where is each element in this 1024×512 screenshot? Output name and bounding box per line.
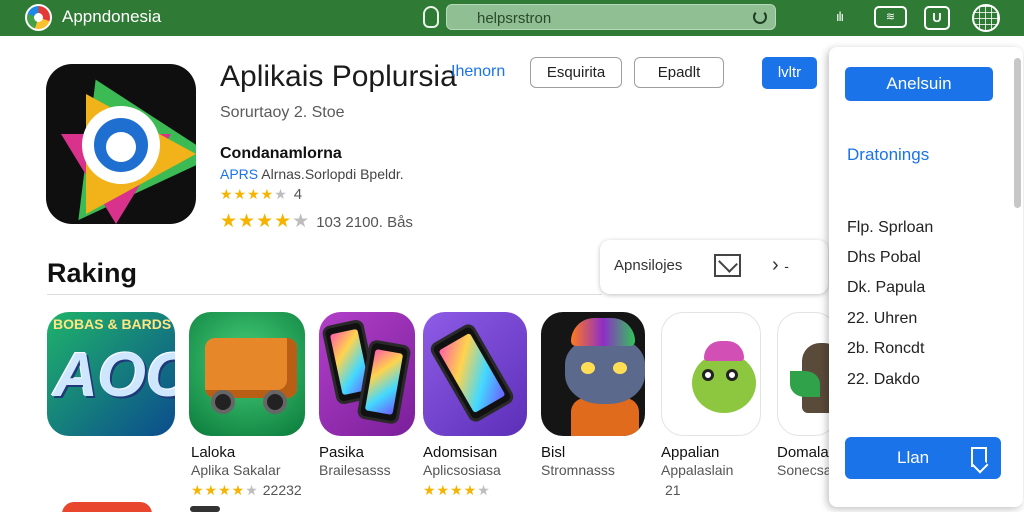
- app-card-name: Bisl: [541, 444, 566, 461]
- panel-primary-button[interactable]: Anelsuin: [845, 67, 993, 101]
- secondary-button-1[interactable]: Esquirita: [530, 57, 622, 88]
- app-card-count: 22232: [262, 482, 302, 498]
- chevron-glyph: ›: [772, 254, 779, 276]
- app-tile-icon[interactable]: [777, 312, 837, 436]
- app-card[interactable]: Bisl Stromnasss: [541, 312, 645, 478]
- app-card-rating: ★★★★★: [423, 482, 491, 499]
- app-tile-icon[interactable]: BOBAS & BARDS AOC: [47, 312, 175, 436]
- bookmark-icon: [971, 447, 987, 467]
- panel-action-button[interactable]: Llan: [845, 437, 1001, 479]
- star-empty-icons: ★: [292, 211, 311, 232]
- tile-caption: BOBAS & BARDS: [53, 316, 172, 332]
- app-tile-icon[interactable]: [541, 312, 645, 436]
- app-meta: Sorurtaoy 2. Stoe: [220, 104, 345, 121]
- panel-action-label: Llan: [897, 448, 930, 467]
- secondary-button-2[interactable]: Epadlt: [634, 57, 724, 88]
- app-card[interactable]: Appalian Appalaslain: [661, 312, 761, 478]
- app-card[interactable]: BOBAS & BARDS AOC Laloka Aplika Sakalar …: [47, 312, 302, 498]
- developer-name[interactable]: Condanamlorna: [220, 145, 342, 163]
- search-bar[interactable]: [446, 4, 776, 30]
- panel-list-item[interactable]: Dhs Pobal: [847, 249, 921, 267]
- panel-list-item[interactable]: 22. Dakdo: [847, 371, 920, 389]
- chevron-right-icon[interactable]: › -: [772, 254, 789, 277]
- app-card-rating: 21: [661, 482, 681, 498]
- app-card[interactable]: Pasika Brailesasss: [189, 312, 391, 478]
- refresh-icon[interactable]: [753, 10, 767, 24]
- info-link[interactable]: Ihenorn: [451, 63, 505, 81]
- app-icon: [46, 64, 196, 224]
- rating-count: 103 2100. Bås: [316, 214, 413, 231]
- search-input[interactable]: [477, 8, 757, 28]
- app-card[interactable]: Domalas Sonecsas: [777, 312, 838, 478]
- mail-icon[interactable]: [714, 254, 741, 277]
- star-empty-icons: ★: [477, 482, 491, 498]
- app-card-sub: Appalaslain: [661, 462, 734, 478]
- app-card-sub: Stromnasss: [541, 462, 615, 478]
- app-card-sub: Brailesasss: [319, 462, 391, 478]
- scrollbar[interactable]: [1014, 58, 1021, 208]
- app-card-name: Appalian: [661, 444, 720, 461]
- user-icon[interactable]: U: [924, 6, 950, 30]
- app-card-rating: ★★★★★ 22232: [191, 482, 302, 499]
- app-card-sub: Aplika Sakalar: [191, 462, 281, 478]
- panel-heading[interactable]: Dratonings: [847, 145, 929, 165]
- panel-list-item[interactable]: 2b. Roncdt: [847, 340, 924, 358]
- microphone-icon[interactable]: [423, 6, 439, 28]
- developer-subtitle: APRS Alrnas.Sorlopdi Bpeldr.: [220, 166, 404, 182]
- app-card-name: Pasika: [319, 444, 365, 461]
- app-card-name: Adomsisan: [423, 444, 498, 461]
- panel-list-item[interactable]: Flp. Sprloan: [847, 219, 933, 237]
- globe-icon[interactable]: [972, 4, 1000, 32]
- app-card-name: Domalas: [777, 444, 837, 461]
- app-title: Appndonesia: [62, 7, 162, 26]
- app-card-sub: Aplicsosiasa: [423, 462, 501, 478]
- rating-small-text: 4: [293, 186, 303, 203]
- app-card-count: 21: [665, 482, 681, 498]
- star-icons: ★★★★: [220, 211, 293, 232]
- app-tile-icon[interactable]: [423, 312, 527, 436]
- rating-small: ★★★★★ 4: [220, 186, 302, 203]
- dash-glyph: -: [784, 258, 789, 274]
- top-bar: Appndonesia ılı ≋ U: [0, 0, 1024, 36]
- filter-label[interactable]: Apnsilojes: [614, 257, 682, 274]
- developer-subtitle-text: Alrnas.Sorlopdi Bpeldr.: [258, 166, 404, 182]
- app-tile-icon[interactable]: [661, 312, 761, 436]
- app-card[interactable]: [423, 312, 527, 436]
- developer-tag: APRS: [220, 166, 259, 182]
- cast-icon[interactable]: ≋: [874, 6, 907, 28]
- section-title: Raking: [47, 258, 138, 288]
- next-row-label: [190, 506, 220, 512]
- side-panel: Anelsuin Dratonings Flp. Sprloan Dhs Pob…: [829, 47, 1023, 507]
- star-empty-icons: ★: [245, 482, 259, 498]
- app-name: Aplikais Poplursia: [220, 60, 457, 93]
- star-icons: ★★★★: [220, 186, 275, 202]
- filter-pill[interactable]: Apnsilojes › -: [600, 240, 828, 294]
- next-row-tile[interactable]: [62, 502, 152, 512]
- panel-list-item[interactable]: Dk. Papula: [847, 279, 925, 297]
- app-logo-icon[interactable]: [25, 4, 52, 31]
- primary-button[interactable]: lvltr: [762, 57, 817, 89]
- app-tile-icon[interactable]: [319, 312, 415, 436]
- star-icons: ★★★★: [191, 482, 246, 498]
- rating-big: ★★★★★ 103 2100. Bås: [220, 210, 413, 233]
- divider: [47, 294, 602, 295]
- app-card[interactable]: [319, 312, 415, 436]
- panel-list-item[interactable]: 22. Uhren: [847, 310, 917, 328]
- tile-text: AOC: [53, 341, 175, 410]
- app-card-name: Laloka: [191, 444, 236, 461]
- app-tile-icon[interactable]: [189, 312, 305, 436]
- signal-icon[interactable]: ılı: [836, 9, 844, 24]
- star-icons: ★★★★: [423, 482, 478, 498]
- star-empty-icons: ★: [274, 186, 288, 202]
